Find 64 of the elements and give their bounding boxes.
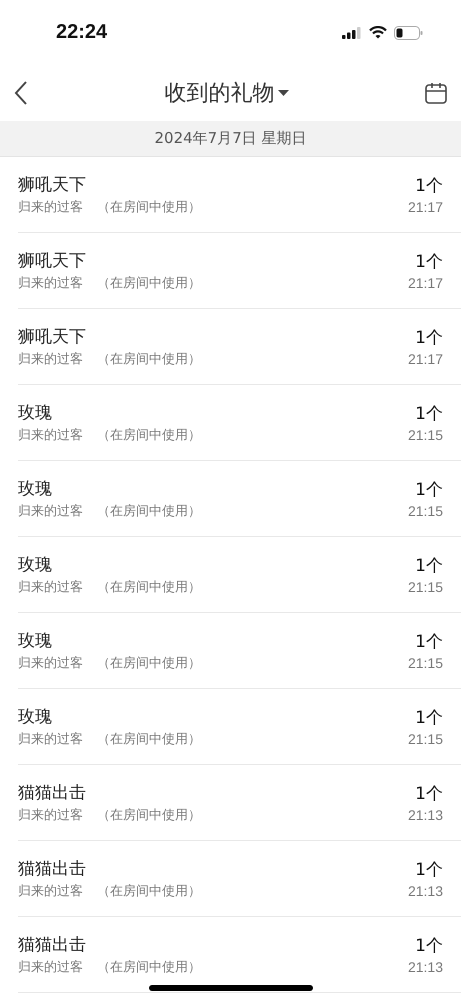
usage-note: （在房间中使用） (97, 883, 201, 900)
sender-name: 归来的过客 (18, 883, 83, 900)
gift-count: 1个 (415, 403, 443, 425)
gift-time: 21:17 (408, 275, 443, 291)
gift-name: 狮吼天下 (18, 250, 87, 272)
gift-name: 玫瑰 (18, 554, 53, 576)
sender-name: 归来的过客 (18, 959, 83, 976)
usage-note: （在房间中使用） (97, 427, 201, 444)
gift-count: 1个 (415, 327, 443, 349)
gift-time: 21:15 (408, 503, 443, 519)
sender-name: 归来的过客 (18, 427, 83, 444)
gift-count: 1个 (415, 251, 443, 273)
gift-time: 21:17 (408, 199, 443, 215)
gift-count: 1个 (415, 555, 443, 577)
usage-note: （在房间中使用） (97, 351, 201, 368)
sender-name: 归来的过客 (18, 655, 83, 672)
gift-time: 21:17 (408, 351, 443, 367)
gift-time: 21:15 (408, 731, 443, 747)
sender-name: 归来的过客 (18, 807, 83, 824)
calendar-icon[interactable] (425, 82, 447, 104)
gift-time: 21:13 (408, 807, 443, 823)
gift-name: 狮吼天下 (18, 326, 87, 348)
status-time: 22:24 (56, 21, 108, 44)
gift-name: 猫猫出击 (18, 782, 87, 804)
usage-note: （在房间中使用） (97, 731, 201, 748)
gift-count: 1个 (415, 479, 443, 501)
gift-time: 21:13 (408, 883, 443, 899)
gift-count: 1个 (415, 783, 443, 805)
sender-name: 归来的过客 (18, 503, 83, 520)
back-icon[interactable] (14, 81, 28, 105)
usage-note: （在房间中使用） (97, 655, 201, 672)
gift-name: 玫瑰 (18, 706, 53, 728)
usage-note: （在房间中使用） (97, 807, 201, 824)
sender-name: 归来的过客 (18, 731, 83, 748)
usage-note: （在房间中使用） (97, 579, 201, 596)
gift-time: 21:13 (408, 959, 443, 975)
gift-name: 玫瑰 (18, 630, 53, 652)
gift-name: 猫猫出击 (18, 858, 87, 880)
sender-name: 归来的过客 (18, 275, 83, 292)
gift-name: 玫瑰 (18, 402, 53, 424)
sender-name: 归来的过客 (18, 199, 83, 216)
gift-count: 1个 (415, 175, 443, 197)
gift-time: 21:15 (408, 655, 443, 671)
usage-note: （在房间中使用） (97, 275, 201, 292)
gift-count: 1个 (415, 859, 443, 881)
wifi-icon (369, 26, 387, 39)
dropdown-caret-icon[interactable] (278, 90, 288, 96)
gift-time: 21:15 (408, 579, 443, 595)
gift-time: 21:15 (408, 427, 443, 443)
gift-name: 狮吼天下 (18, 174, 87, 196)
gift-count: 1个 (415, 707, 443, 729)
sender-name: 归来的过客 (18, 579, 83, 596)
battery-icon (394, 26, 423, 40)
gift-count: 1个 (415, 935, 443, 957)
date-header: 2024年7月7日 星期日 (154, 129, 307, 148)
gift-count: 1个 (415, 631, 443, 653)
gift-name: 玫瑰 (18, 478, 53, 500)
page-title[interactable]: 收到的礼物 (164, 78, 274, 108)
usage-note: （在房间中使用） (97, 199, 201, 216)
usage-note: （在房间中使用） (97, 503, 201, 520)
gift-name: 猫猫出击 (18, 934, 87, 956)
signal-icon (342, 26, 362, 38)
sender-name: 归来的过客 (18, 351, 83, 368)
usage-note: （在房间中使用） (97, 959, 201, 976)
